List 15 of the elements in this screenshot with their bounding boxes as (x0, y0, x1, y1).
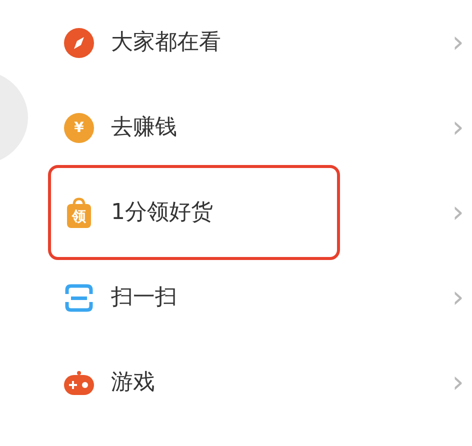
icon-glyph: 领 (70, 210, 87, 224)
chevron-icon: › (452, 112, 464, 142)
chevron-icon: › (452, 198, 464, 228)
icon-glyph: ¥ (73, 120, 85, 134)
chevron-icon: › (452, 368, 464, 398)
menu-label: 去赚钱 (111, 114, 177, 142)
menu-label: 扫一扫 (111, 284, 177, 312)
chevron-icon: › (452, 282, 464, 312)
menu-item[interactable]: 大家都在看 (48, 0, 340, 85)
menu-item[interactable]: 游戏 (48, 340, 340, 425)
chevron-icon: › (452, 28, 464, 58)
menu-label: 游戏 (111, 369, 155, 397)
highlighted-menu-item[interactable]: 领 1分领好货 (48, 165, 340, 260)
menu-label: 大家都在看 (111, 29, 221, 57)
menu-label: 1分领好货 (111, 199, 213, 227)
